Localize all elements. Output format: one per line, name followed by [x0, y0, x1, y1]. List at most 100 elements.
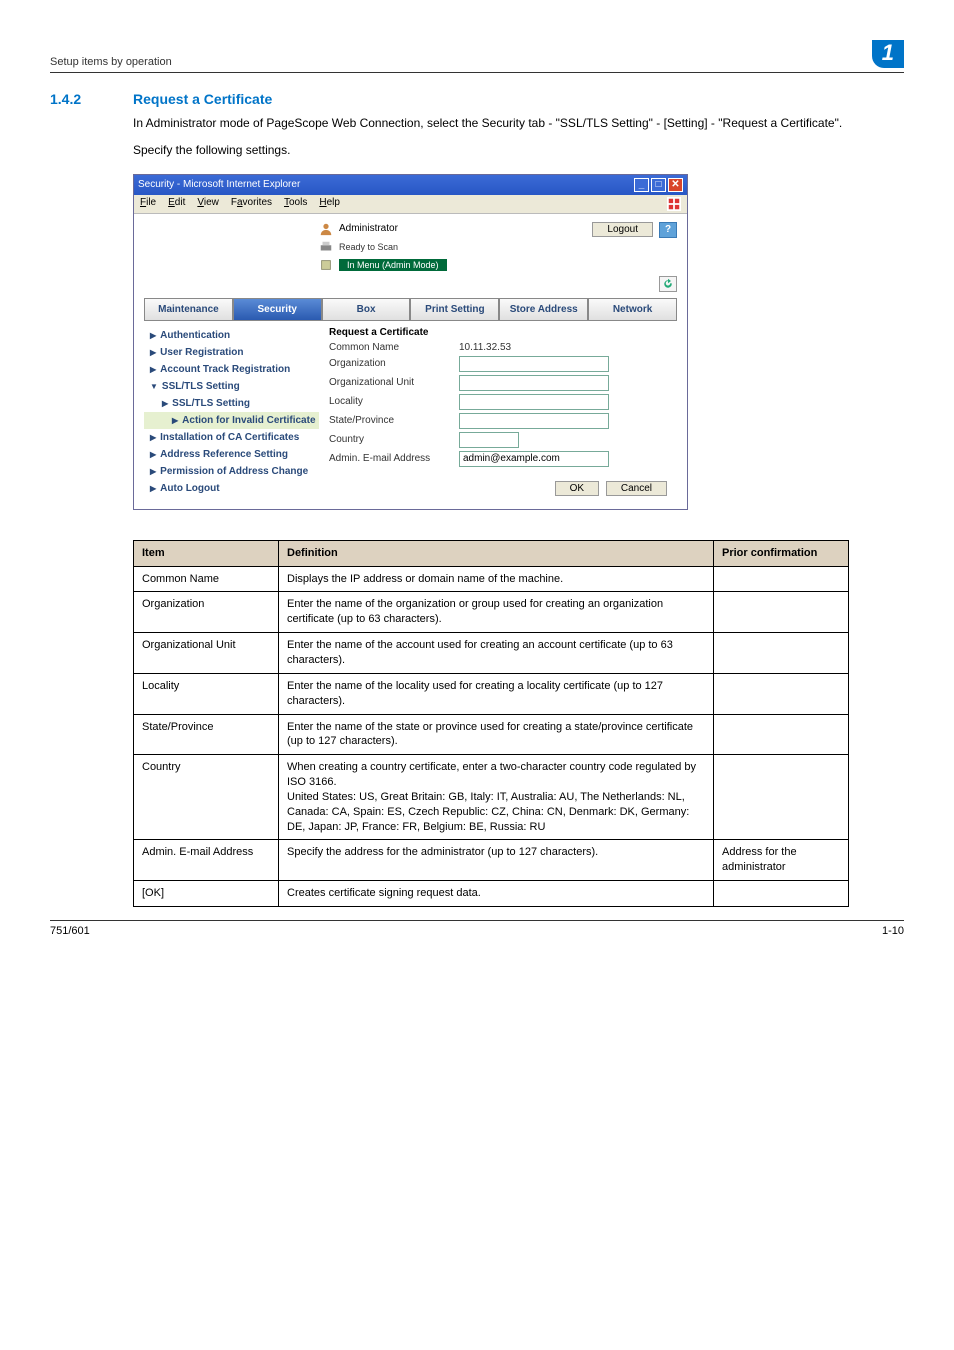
arrow-right-icon: ▶ — [150, 348, 156, 357]
maximize-icon[interactable]: □ — [651, 178, 666, 192]
sidebar-label: Authentication — [160, 330, 230, 341]
sidebar-item-authentication[interactable]: ▶ Authentication — [144, 327, 319, 344]
country-label: Country — [329, 434, 459, 445]
sidebar: ▶ Authentication ▶ User Registration ▶ Acco… — [144, 327, 319, 497]
close-icon[interactable]: ✕ — [668, 178, 683, 192]
form-area: Request a Certificate Common Name 10.11.… — [329, 327, 677, 497]
sidebar-item-ca-certs[interactable]: ▶Installation of CA Certificates — [144, 429, 319, 446]
ie-logo-icon — [667, 197, 681, 211]
tab-security[interactable]: Security — [233, 298, 322, 321]
device-icon — [319, 258, 333, 272]
cancel-button[interactable]: Cancel — [606, 481, 667, 496]
cell-item: Organization — [134, 592, 279, 633]
cell-item: Admin. E-mail Address — [134, 840, 279, 881]
ok-button[interactable]: OK — [555, 481, 599, 496]
table-row: State/ProvinceEnter the name of the stat… — [134, 714, 849, 755]
sidebar-label: Account Track Registration — [160, 364, 290, 375]
cell-prior — [714, 714, 849, 755]
sidebar-label: SSL/TLS Setting — [162, 381, 240, 392]
email-input[interactable] — [459, 451, 609, 467]
sidebar-item-ssl-tls[interactable]: ▼ SSL/TLS Setting — [144, 378, 319, 395]
minimize-icon[interactable]: _ — [634, 178, 649, 192]
window-buttons: _ □ ✕ — [634, 178, 683, 192]
definition-table: Item Definition Prior confirmation Commo… — [133, 540, 849, 907]
cell-item: Organizational Unit — [134, 633, 279, 674]
footer-left: 751/601 — [50, 925, 90, 937]
state-input[interactable] — [459, 413, 609, 429]
col-prior: Prior confirmation — [714, 540, 849, 566]
sidebar-item-action-invalid-cert[interactable]: ▶ Action for Invalid Certificate — [144, 412, 319, 429]
menu-view[interactable]: View — [197, 197, 219, 211]
locality-input[interactable] — [459, 394, 609, 410]
organization-input[interactable] — [459, 356, 609, 372]
sidebar-item-permission-address[interactable]: ▶Permission of Address Change — [144, 463, 319, 480]
common-name-value: 10.11.32.53 — [459, 342, 511, 353]
tab-network[interactable]: Network — [588, 298, 677, 321]
common-name-label: Common Name — [329, 342, 459, 353]
admin-label: Administrator — [339, 223, 398, 234]
tab-store-address[interactable]: Store Address — [499, 298, 588, 321]
cell-def: Enter the name of the locality used for … — [279, 673, 714, 714]
table-row: LocalityEnter the name of the locality u… — [134, 673, 849, 714]
country-input[interactable] — [459, 432, 519, 448]
arrow-right-icon: ▶ — [150, 433, 156, 442]
sidebar-label: User Registration — [160, 347, 243, 358]
table-row: Common NameDisplays the IP address or do… — [134, 566, 849, 592]
menu-tools[interactable]: Tools — [284, 197, 307, 211]
table-header-row: Item Definition Prior confirmation — [134, 540, 849, 566]
sidebar-item-ssl-tls-setting[interactable]: ▶ SSL/TLS Setting — [144, 395, 319, 412]
state-label: State/Province — [329, 415, 459, 426]
browser-menubar: File Edit View Favorites Tools Help — [134, 195, 687, 214]
arrow-right-icon: ▶ — [150, 484, 156, 493]
arrow-right-icon: ▶ — [150, 450, 156, 459]
email-label: Admin. E-mail Address — [329, 453, 459, 464]
footer-right: 1-10 — [882, 925, 904, 937]
arrow-right-icon: ▶ — [150, 365, 156, 374]
cell-prior — [714, 673, 849, 714]
col-item: Item — [134, 540, 279, 566]
tab-box[interactable]: Box — [322, 298, 411, 321]
arrow-down-icon: ▼ — [150, 382, 158, 391]
ready-status: Ready to Scan — [339, 242, 398, 252]
sidebar-label: SSL/TLS Setting — [172, 398, 250, 409]
printer-icon — [319, 240, 333, 254]
sidebar-label: Address Reference Setting — [160, 449, 288, 460]
sidebar-item-account-track[interactable]: ▶ Account Track Registration — [144, 361, 319, 378]
logout-button[interactable]: Logout — [592, 222, 653, 237]
sidebar-item-address-ref[interactable]: ▶ Address Reference Setting — [144, 446, 319, 463]
cell-def: Enter the name of the organization or gr… — [279, 592, 714, 633]
page-footer: 751/601 1-10 — [50, 920, 904, 937]
sidebar-item-auto-logout[interactable]: ▶ Auto Logout — [144, 480, 319, 497]
cell-def: Enter the name of the state or province … — [279, 714, 714, 755]
app-header: Administrator Ready to Scan In Menu (Adm… — [134, 214, 687, 276]
cell-item: [OK] — [134, 881, 279, 907]
browser-window: Security - Microsoft Internet Explorer _… — [133, 174, 688, 510]
help-button[interactable]: ? — [659, 222, 677, 238]
sidebar-item-user-registration[interactable]: ▶ User Registration — [144, 344, 319, 361]
sidebar-label: Auto Logout — [160, 483, 219, 494]
refresh-icon[interactable] — [659, 276, 677, 292]
arrow-right-icon: ▶ — [172, 416, 178, 425]
arrow-right-icon: ▶ — [150, 331, 156, 340]
intro-paragraph: In Administrator mode of PageScope Web C… — [133, 115, 904, 132]
menu-edit[interactable]: Edit — [168, 197, 185, 211]
cell-def: When creating a country certificate, ent… — [279, 755, 714, 840]
org-unit-input[interactable] — [459, 375, 609, 391]
running-head-text: Setup items by operation — [50, 56, 172, 68]
section-number: 1.4.2 — [50, 91, 105, 107]
tab-print-setting[interactable]: Print Setting — [410, 298, 499, 321]
arrow-right-icon: ▶ — [162, 399, 168, 408]
tab-maintenance[interactable]: Maintenance — [144, 298, 233, 321]
cell-prior — [714, 633, 849, 674]
section-title: Request a Certificate — [133, 91, 272, 107]
menu-favorites[interactable]: Favorites — [231, 197, 272, 211]
arrow-right-icon: ▶ — [150, 467, 156, 476]
locality-label: Locality — [329, 396, 459, 407]
menu-file[interactable]: File — [140, 197, 156, 211]
cell-def: Creates certificate signing request data… — [279, 881, 714, 907]
sidebar-label: Action for Invalid Certificate — [182, 415, 315, 426]
cell-item: Locality — [134, 673, 279, 714]
cell-def: Displays the IP address or domain name o… — [279, 566, 714, 592]
menu-help[interactable]: Help — [319, 197, 340, 211]
organization-label: Organization — [329, 358, 459, 369]
